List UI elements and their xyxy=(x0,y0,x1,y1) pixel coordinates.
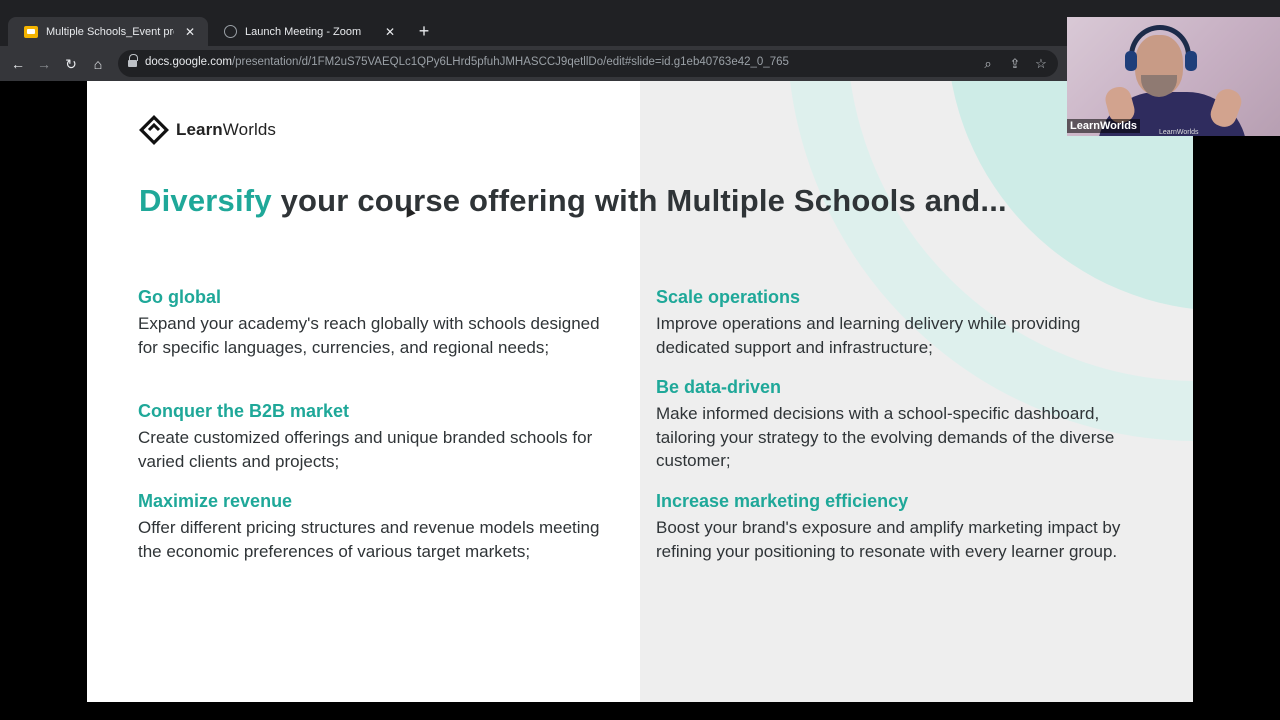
benefit-item: Scale operations Improve operations and … xyxy=(656,287,1126,359)
benefit-title: Increase marketing efficiency xyxy=(656,491,909,511)
url-text: docs.google.com/presentation/d/1FM2uS75V… xyxy=(145,56,789,68)
tab-zoom-meeting[interactable]: Launch Meeting - Zoom ✕ xyxy=(208,17,408,46)
google-slides-icon xyxy=(24,25,38,38)
benefit-title: Go global xyxy=(138,287,221,307)
benefit-text: Offer different pricing structures and r… xyxy=(138,518,600,561)
share-icon[interactable]: ⇪ xyxy=(1005,54,1025,74)
forward-arrow-icon[interactable]: → xyxy=(34,54,54,74)
benefit-text: Expand your academy's reach globally wit… xyxy=(138,314,600,357)
presentation-slide: LearnWorlds Diversify your course offeri… xyxy=(87,81,1193,702)
home-icon[interactable]: ⌂ xyxy=(88,54,108,74)
benefit-title: Be data-driven xyxy=(656,377,782,397)
close-tab-icon[interactable]: ✕ xyxy=(182,25,198,39)
bookmark-star-icon[interactable]: ☆ xyxy=(1031,54,1051,74)
logo-wordmark-regular: Worlds xyxy=(222,120,276,139)
benefit-text: Create customized offerings and unique b… xyxy=(138,428,593,471)
back-arrow-icon[interactable]: ← xyxy=(8,54,28,74)
headphone-ear-right xyxy=(1185,51,1197,71)
tab-label: Launch Meeting - Zoom xyxy=(245,25,362,38)
headline-accent: Diversify xyxy=(139,183,272,218)
shirt-logo: LearnWorlds xyxy=(1159,129,1199,136)
lock-icon xyxy=(128,54,138,68)
address-bar[interactable]: docs.google.com/presentation/d/1FM2uS75V… xyxy=(118,50,1058,77)
browser-toolbar: ← → ↻ ⌂ docs.google.com/presentation/d/1… xyxy=(0,46,1067,81)
benefit-text: Boost your brand's exposure and amplify … xyxy=(656,518,1121,561)
slide-headline: Diversify your course offering with Mult… xyxy=(139,183,1007,219)
benefit-text: Improve operations and learning delivery… xyxy=(656,314,1081,357)
new-tab-button[interactable]: + xyxy=(414,21,434,41)
globe-icon xyxy=(224,25,237,38)
benefit-title: Conquer the B2B market xyxy=(138,401,350,421)
url-path: /presentation/d/1FM2uS75VAEQLc1QPy6LHrd5… xyxy=(231,56,789,68)
learnworlds-logo-icon xyxy=(139,115,169,145)
benefit-title: Scale operations xyxy=(656,287,801,307)
headline-rest: your course offering with Multiple Schoo… xyxy=(271,183,1007,218)
participant-name-label: LearnWorlds xyxy=(1067,119,1141,133)
benefit-item: Maximize revenue Offer different pricing… xyxy=(138,491,608,563)
benefit-text: Make informed decisions with a school-sp… xyxy=(656,404,1115,470)
logo-wordmark-bold: Learn xyxy=(176,120,223,139)
logo-wordmark: LearnWorlds xyxy=(176,120,276,140)
learnworlds-logo: LearnWorlds xyxy=(139,115,276,145)
benefit-item: Increase marketing efficiency Boost your… xyxy=(656,491,1126,563)
reload-icon[interactable]: ↻ xyxy=(61,54,81,74)
participant-video-tile[interactable]: LearnWorlds LearnWorlds xyxy=(1067,17,1280,136)
headphone-ear-left xyxy=(1125,51,1137,71)
tab-label: Multiple Schools_Event presentat xyxy=(46,25,174,38)
benefit-item: Go global Expand your academy's reach gl… xyxy=(138,287,608,359)
close-tab-icon[interactable]: ✕ xyxy=(382,25,398,39)
benefit-title: Maximize revenue xyxy=(138,491,293,511)
benefit-item: Be data-driven Make informed decisions w… xyxy=(656,377,1126,473)
tab-slides-presentation[interactable]: Multiple Schools_Event presentat ✕ xyxy=(8,17,208,46)
url-host: docs.google.com xyxy=(145,56,232,68)
benefit-item: Conquer the B2B market Create customized… xyxy=(138,401,608,473)
zoom-magnifier-icon[interactable]: ⌕ xyxy=(978,54,998,74)
